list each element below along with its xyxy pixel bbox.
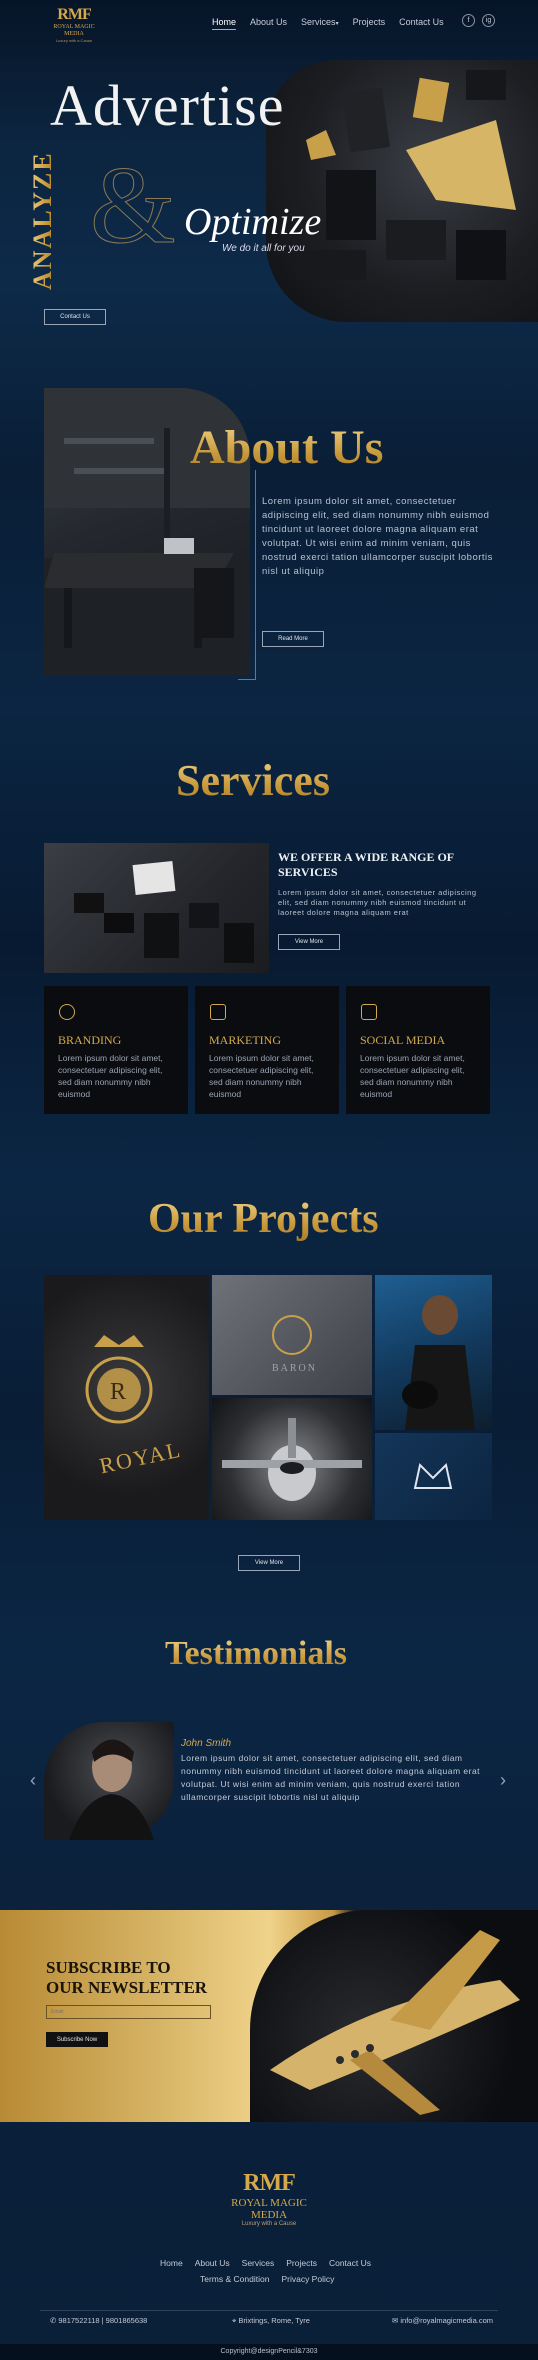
projects-view-more-button[interactable]: View More (238, 1555, 300, 1571)
logo-title: ROYAL MAGIC MEDIA (53, 24, 95, 37)
hero-stationery-graphic (296, 70, 516, 280)
services-title: Services (176, 756, 330, 805)
newsletter-title: SUBSCRIBE TO OUR NEWSLETTER (46, 1958, 207, 1998)
footer-terms-link[interactable]: Terms & Condition (200, 2274, 269, 2284)
stationery-mockup (74, 860, 254, 963)
footer-nav-projects[interactable]: Projects (286, 2258, 317, 2268)
hero-headline: Advertise (50, 73, 285, 138)
footer-email[interactable]: ✉ info@royalmagicmedia.com (392, 2316, 493, 2325)
testimonial-name: John Smith (181, 1738, 232, 1749)
service-card-marketing[interactable]: MARKETING Lorem ipsum dolor sit amet, co… (195, 986, 339, 1114)
megaphone-icon (210, 1004, 226, 1020)
service-card-social-media[interactable]: SOCIAL MEDIA Lorem ipsum dolor sit amet,… (346, 986, 490, 1114)
project-crown-logo[interactable] (375, 1433, 492, 1520)
project-fashion-photo[interactable] (375, 1275, 492, 1430)
footer-logo-title-2: MEDIA (250, 2209, 288, 2221)
social-media-icon (361, 1004, 377, 1020)
footer-phone-text: 9817522118 | 9801865638 (58, 2316, 148, 2325)
main-nav: Home About Us Services▾ Projects Contact… (212, 17, 444, 30)
services-offer-title: WE OFFER A WIDE RANGE OF SERVICES (278, 850, 454, 879)
crown-icon (413, 1462, 453, 1489)
hero-vertical-text: ANALYZE (28, 151, 57, 290)
footer-nav-about[interactable]: About Us (195, 2258, 230, 2268)
service-card-title: MARKETING (209, 1033, 281, 1047)
testimonial-avatar (44, 1722, 174, 1840)
instagram-icon[interactable]: ig (482, 14, 495, 27)
footer-nav-services[interactable]: Services (242, 2258, 275, 2268)
testimonial-text: Lorem ipsum dolor sit amet, consectetuer… (181, 1753, 481, 1802)
projects-title: Our Projects (148, 1196, 379, 1242)
nav-projects[interactable]: Projects (353, 17, 386, 30)
services-view-more-button[interactable]: View More (278, 934, 340, 950)
header-logo[interactable]: RMF ROYAL MAGIC MEDIA Luxury with a Caus… (44, 6, 104, 43)
service-card-text: Lorem ipsum dolor sit amet, consectetuer… (58, 1053, 163, 1099)
nav-contact[interactable]: Contact Us (399, 17, 444, 30)
about-frame-decoration (238, 470, 256, 680)
jet-graphic (222, 1418, 362, 1501)
testimonial-next-arrow-icon[interactable]: › (500, 1770, 506, 1791)
footer-nav: Home About Us Services Projects Contact … (160, 2258, 371, 2268)
about-text: Lorem ipsum dolor sit amet, consectetuer… (262, 496, 493, 577)
service-card-branding[interactable]: BRANDING Lorem ipsum dolor sit amet, con… (44, 986, 188, 1114)
footer-logo[interactable]: RMF ROYAL MAGIC MEDIA Luxury with a Caus… (219, 2170, 319, 2227)
hero-ampersand: & (90, 144, 177, 266)
footer-address: ⌖ Brixtings, Rome, Tyre (232, 2316, 310, 2326)
footer-logo-title-1: ROYAL MAGIC (231, 2197, 307, 2209)
footer-address-text: Brixtings, Rome, Tyre (238, 2316, 310, 2325)
person-graphic (69, 1739, 154, 1840)
footer-nav-home[interactable]: Home (160, 2258, 183, 2268)
gold-jet-graphic (270, 1930, 520, 2115)
lightbulb-icon (59, 1004, 75, 1020)
nav-about[interactable]: About Us (250, 17, 287, 30)
hero-image (266, 60, 538, 322)
nav-services[interactable]: Services▾ (301, 17, 339, 30)
services-offer-text: Lorem ipsum dolor sit amet, consectetuer… (278, 888, 477, 917)
footer-legal-nav: Terms & Condition Privacy Policy (200, 2274, 334, 2284)
about-read-more-button[interactable]: Read More (262, 631, 324, 647)
svg-text:R: R (110, 1379, 126, 1405)
fashion-model-graphic (402, 1295, 475, 1430)
service-card-text: Lorem ipsum dolor sit amet, consectetuer… (209, 1053, 314, 1099)
nav-home[interactable]: Home (212, 17, 237, 30)
logo-subtitle: Luxury with a Cause (55, 38, 93, 43)
service-card-text: Lorem ipsum dolor sit amet, consectetuer… (360, 1053, 465, 1099)
about-title: About Us (190, 421, 384, 474)
newsletter-email-input[interactable] (46, 2005, 211, 2019)
logo-mark: RMF (57, 6, 91, 23)
service-card-title: SOCIAL MEDIA (360, 1033, 446, 1047)
testimonials-title: Testimonials (165, 1635, 348, 1672)
footer-logo-mark: RMF (243, 2170, 296, 2196)
baron-logo-text: BARON (272, 1363, 318, 1374)
footer-divider (40, 2310, 498, 2311)
services-image (44, 843, 269, 973)
contact-us-button[interactable]: Contact Us (44, 309, 106, 325)
hero-tagline: We do it all for you (222, 243, 305, 254)
project-jet-photo[interactable] (212, 1398, 372, 1520)
footer-phone: ✆ 9817522118 | 9801865638 (50, 2316, 147, 2325)
baron-emblem-icon (272, 1315, 312, 1355)
chevron-down-icon: ▾ (335, 21, 339, 27)
facebook-icon[interactable]: f (462, 14, 475, 27)
footer-nav-contact[interactable]: Contact Us (329, 2258, 371, 2268)
newsletter-jet-image (250, 1910, 538, 2122)
newsletter-title-line1: SUBSCRIBE TO (46, 1958, 171, 1977)
copyright-bar: Copyright@designPencil&7303 (0, 2344, 538, 2360)
hero-optimize: Optimize (184, 201, 322, 243)
newsletter-title-line2: OUR NEWSLETTER (46, 1978, 208, 1997)
royal-emblem-graphic: R (85, 1335, 153, 1424)
nav-services-label: Services (301, 17, 336, 27)
footer-logo-subtitle: Luxury with a Cause (241, 2221, 297, 2227)
project-baron-card[interactable]: BARON (212, 1275, 372, 1395)
service-card-title: BRANDING (58, 1033, 122, 1047)
subscribe-now-button[interactable]: Subscribe Now (46, 2032, 108, 2047)
project-royal-logo[interactable]: R ROYAL (44, 1275, 209, 1520)
footer-privacy-link[interactable]: Privacy Policy (281, 2274, 334, 2284)
testimonial-prev-arrow-icon[interactable]: ‹ (30, 1770, 36, 1791)
footer-email-text: info@royalmagicmedia.com (400, 2316, 494, 2325)
